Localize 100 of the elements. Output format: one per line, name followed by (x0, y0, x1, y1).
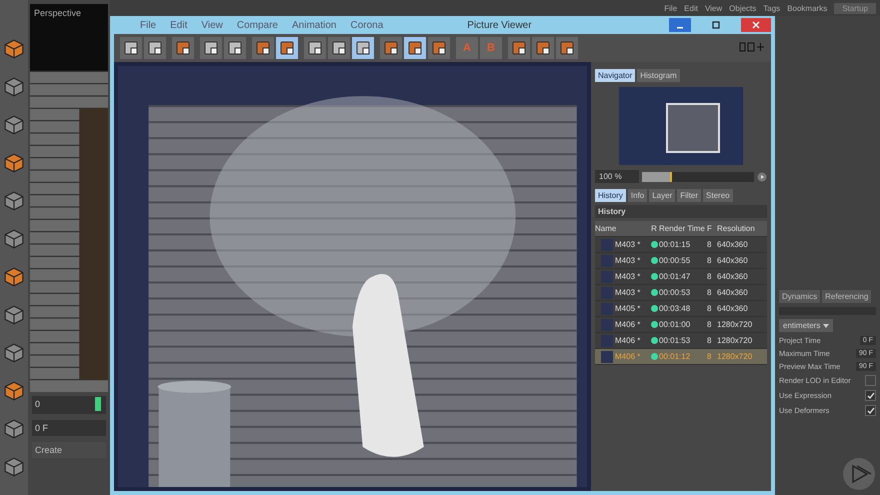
toolbar-button[interactable] (276, 37, 298, 59)
toolbar-button[interactable] (224, 37, 246, 59)
column-header[interactable]: Name (595, 224, 649, 233)
frame-field[interactable]: 0 F (32, 420, 106, 436)
play-button-icon[interactable] (842, 457, 876, 491)
table-cell-text: 8 (707, 336, 712, 345)
panel-tab[interactable]: History (595, 189, 626, 202)
table-cell: M406 * (615, 352, 640, 361)
toolbar-button[interactable] (328, 37, 350, 59)
cube-icon[interactable] (3, 266, 25, 288)
timeline-slider[interactable]: 0 (32, 396, 106, 414)
menu-item[interactable]: Compare (236, 20, 278, 30)
image-icon (255, 40, 271, 56)
menu-item[interactable]: View (201, 20, 223, 30)
zoom-field[interactable]: 100 % (595, 170, 639, 183)
toolbar-button[interactable] (556, 37, 578, 59)
menu-item[interactable]: Edit (170, 20, 188, 30)
menu-item[interactable]: Bookmarks (787, 4, 828, 12)
menu-item[interactable]: Corona (350, 20, 384, 30)
cube-icon[interactable] (3, 38, 25, 60)
panel-tab[interactable]: Navigator (595, 69, 636, 82)
checkbox[interactable] (865, 390, 876, 401)
thumbnail (601, 318, 613, 330)
column-header[interactable]: R (649, 224, 659, 233)
history-row[interactable]: M403 * 00:00:55 8 640x360 (595, 253, 767, 269)
navigator-preview[interactable] (619, 87, 743, 165)
toolbar-button[interactable] (120, 37, 142, 59)
menu-item[interactable]: View (704, 4, 722, 12)
table-cell-text: 00:01:00 (659, 320, 692, 329)
toolbar-button[interactable] (532, 37, 554, 59)
history-row[interactable]: M406 * 00:01:12 8 1280x720 (595, 349, 767, 365)
cube-icon[interactable] (3, 190, 25, 212)
attribute-tab[interactable]: Dynamics (779, 290, 820, 303)
toolbar-button[interactable] (380, 37, 402, 59)
history-row[interactable]: M405 * 00:03:48 8 640x360 (595, 301, 767, 317)
cube-icon[interactable] (3, 418, 25, 440)
status-dot (650, 257, 658, 264)
status-dot (650, 321, 658, 328)
attribute-tab[interactable]: Referencing (822, 290, 872, 303)
panel-tab[interactable]: Info (628, 189, 648, 202)
history-row[interactable]: M406 * 00:01:00 8 1280x720 (595, 317, 767, 333)
toolbar-button[interactable] (508, 37, 530, 59)
column-header[interactable]: Resolution (717, 224, 759, 233)
cube-icon[interactable] (3, 228, 25, 250)
toolbar-button[interactable] (144, 37, 166, 59)
cube-icon[interactable] (3, 380, 25, 402)
panel-tab[interactable]: Filter (677, 189, 702, 202)
table-cell: M403 * (615, 272, 640, 281)
history-row[interactable]: M403 * 00:00:53 8 640x360 (595, 285, 767, 301)
toolbar-button[interactable] (428, 37, 450, 59)
minimize-button[interactable] (669, 18, 691, 32)
close-icon (752, 21, 760, 29)
timeline-thumb[interactable] (95, 397, 102, 411)
toolbar-button[interactable] (404, 37, 426, 59)
create-button[interactable]: Create (32, 442, 106, 458)
toolbar-button[interactable] (304, 37, 326, 59)
thumbnail (601, 254, 613, 266)
image-icon (279, 40, 295, 56)
cube-icon[interactable] (3, 114, 25, 136)
table-cell-text: 8 (707, 304, 712, 313)
panel-tab[interactable]: Layer (649, 189, 676, 202)
menu-item[interactable]: Animation (292, 20, 336, 30)
checkbox[interactable] (865, 405, 876, 416)
menu-item[interactable]: Objects (729, 4, 756, 12)
table-cell-text: 8 (707, 320, 712, 329)
menu-item[interactable]: Tags (763, 4, 780, 12)
toolbar-button[interactable] (200, 37, 222, 59)
menu-item[interactable]: File (140, 20, 156, 30)
status-dot (650, 305, 658, 312)
thumbnail (601, 302, 613, 314)
image-icon (431, 40, 447, 56)
toolbar-button[interactable] (352, 37, 374, 59)
zoom-slider[interactable] (642, 172, 754, 182)
window-title: Picture Viewer (467, 20, 533, 30)
toolbar-button[interactable] (252, 37, 274, 59)
play-icon[interactable] (757, 172, 767, 182)
history-row[interactable]: M403 * 00:01:47 8 640x360 (595, 269, 767, 285)
menu-item[interactable]: Edit (684, 4, 698, 12)
cube-icon[interactable] (3, 76, 25, 98)
panel-tab[interactable]: Histogram (637, 69, 680, 82)
view-frame[interactable] (666, 102, 720, 154)
cube-icon[interactable] (3, 152, 25, 174)
checkbox[interactable] (865, 375, 876, 386)
status-dot (650, 353, 658, 360)
panel-tab[interactable]: Stereo (703, 189, 733, 202)
cube-icon[interactable] (3, 456, 25, 478)
unit-dropdown[interactable]: entimeters (779, 319, 833, 332)
status-dot (650, 273, 658, 280)
close-button[interactable] (741, 18, 771, 32)
cube-icon[interactable] (3, 342, 25, 364)
column-header[interactable]: F (707, 224, 717, 233)
history-row[interactable]: M403 * 00:01:15 8 640x360 (595, 237, 767, 253)
menu-item[interactable]: File (664, 4, 678, 12)
toolbar-button[interactable] (172, 37, 194, 59)
layout-dropdown[interactable]: Startup (834, 2, 876, 14)
column-header[interactable]: Render Time (659, 224, 707, 233)
table-cell-text: 00:00:53 (659, 288, 692, 297)
image-icon (407, 40, 423, 56)
table-cell-text: 00:03:48 (659, 304, 692, 313)
cube-icon[interactable] (3, 304, 25, 326)
